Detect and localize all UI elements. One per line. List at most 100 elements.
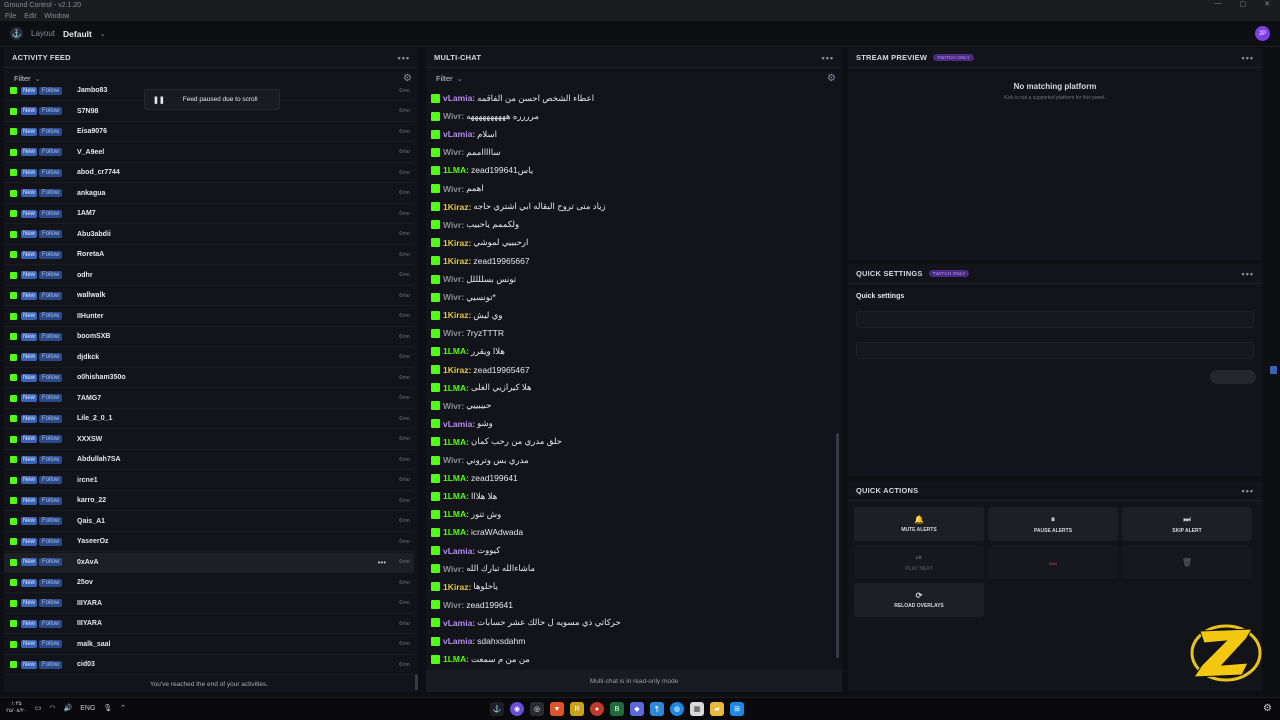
feed-row[interactable]: New Follow Qais_A1 6mo	[4, 512, 414, 532]
feed-username[interactable]: karro_22	[77, 497, 106, 504]
chat-message[interactable]: 1Kiraz: وي ليش	[431, 308, 502, 322]
feed-username[interactable]: Jambo83	[77, 87, 107, 94]
chat-username[interactable]: 1LMA	[443, 509, 466, 519]
feed-row[interactable]: New Follow Eisa9076 6mo	[4, 122, 414, 142]
chat-message[interactable]: 1LMA: ياسzead199641	[431, 163, 533, 177]
feed-row[interactable]: New Follow IIIYARA 6mo	[4, 614, 414, 634]
feed-row[interactable]: New Follow o0hisham350o 6mo	[4, 368, 414, 388]
feed-username[interactable]: Abu3abdii	[77, 231, 111, 238]
microphone-icon[interactable]: 🎙	[103, 704, 112, 712]
feed-username[interactable]: 7AMG7	[77, 395, 101, 402]
feed-username[interactable]: o0hisham350o	[77, 374, 126, 381]
wifi-icon[interactable]: ◠	[49, 704, 55, 712]
chat-username[interactable]: Wivr	[443, 328, 461, 338]
chevron-down-icon[interactable]: ⌄	[100, 30, 106, 38]
feed-username[interactable]: djdkck	[77, 354, 99, 361]
chat-message[interactable]: Wivr: ساااااممم	[431, 145, 501, 159]
chat-scrollbar[interactable]	[836, 433, 839, 658]
pause-alerts-button[interactable]: ⏸ PAUSE ALERTS	[988, 507, 1118, 541]
feed-username[interactable]: Lile_2_0_1	[77, 415, 112, 422]
reload-overlays-button[interactable]: ⟳ RELOAD OVERLAYS	[854, 583, 984, 617]
chat-username[interactable]: 1Kiraz	[443, 256, 469, 266]
brave-app-icon[interactable]: ▼	[550, 702, 564, 716]
feed-row[interactable]: New Follow IIIYARA 6mo	[4, 594, 414, 614]
chat-username[interactable]: Wivr	[443, 600, 461, 610]
chat-message[interactable]: Wivr: ماشاءالله تبارك الله	[431, 562, 535, 576]
media-app-icon[interactable]: ●	[590, 702, 604, 716]
chat-username[interactable]: 1LMA	[443, 437, 466, 447]
feed-row[interactable]: New Follow 25ov 6mo	[4, 573, 414, 593]
more-options-icon[interactable]: •••	[1242, 486, 1254, 496]
book-app-icon[interactable]: B	[610, 702, 624, 716]
feed-username[interactable]: XXXSW	[77, 436, 102, 443]
volume-icon[interactable]: 🔊	[64, 704, 73, 712]
chat-username[interactable]: 1LMA	[443, 165, 466, 175]
chat-message[interactable]: vLamia: حركاتي ذي مسويه ل حالك عشر حسابات	[431, 616, 621, 630]
feed-row[interactable]: New Follow YaseerOz 6mo	[4, 532, 414, 552]
feed-username[interactable]: ankagua	[77, 190, 105, 197]
feed-row[interactable]: New Follow RoretaA 6mo	[4, 245, 414, 265]
chat-username[interactable]: 1LMA	[443, 654, 466, 664]
feed-row[interactable]: New Follow 1AM7 6mo	[4, 204, 414, 224]
feed-row[interactable]: New Follow Abu3abdii 6mo	[4, 225, 414, 245]
chevron-down-icon[interactable]: ⌄	[457, 74, 463, 83]
chat-app-icon[interactable]: ◆	[630, 702, 644, 716]
chat-message[interactable]: 1LMA: هلا هلااا	[431, 489, 497, 503]
feed-row[interactable]: New Follow odhr 6mo	[4, 266, 414, 286]
gear-icon[interactable]: ⚙	[827, 73, 836, 84]
feed-paused-toast[interactable]: ❚❚ Feed paused due to scroll	[144, 89, 280, 110]
chat-message[interactable]: vLamia: اسلام	[431, 127, 497, 141]
chat-username[interactable]: vLamia	[443, 618, 472, 628]
more-options-icon[interactable]: •••	[822, 53, 834, 63]
chat-username[interactable]: Wivr	[443, 147, 461, 157]
chat-message[interactable]: 1Kiraz: zead19965667	[431, 254, 530, 268]
chat-message[interactable]: vLamia: sdahxsdahm	[431, 634, 525, 648]
calendar-app-icon[interactable]: ▦	[690, 702, 704, 716]
play-next-button[interactable]: ⏯ PLAY NEXT	[854, 545, 984, 579]
disabled-action-button[interactable]: ▬	[988, 545, 1118, 579]
feed-username[interactable]: malk_saal	[77, 641, 110, 648]
feed-username[interactable]: Abdullah7SA	[77, 456, 121, 463]
minimize-button[interactable]: —	[1215, 0, 1222, 8]
more-options-icon[interactable]: •••	[398, 53, 410, 63]
chat-message[interactable]: 1Kiraz: ياحلوها	[431, 580, 498, 594]
chat-message[interactable]: Wivr: تونس بسللللل	[431, 272, 516, 286]
feed-row[interactable]: New Follow XXXSW 6mo	[4, 430, 414, 450]
chat-username[interactable]: 1LMA	[443, 383, 466, 393]
feed-row[interactable]: New Follow Abdullah7SA 6mo	[4, 450, 414, 470]
chat-username[interactable]: Wivr	[443, 274, 461, 284]
chat-username[interactable]: Wivr	[443, 401, 461, 411]
side-panel-toggle[interactable]	[1270, 366, 1277, 374]
ground-control-app-icon[interactable]: ⚓	[490, 702, 504, 716]
chat-username[interactable]: Wivr	[443, 455, 461, 465]
feed-username[interactable]: wallwalk	[77, 292, 105, 299]
feed-username[interactable]: RoretaA	[77, 251, 104, 258]
clock[interactable]: ۱:۳۵ ۲۵/۰۸/۲۰	[6, 701, 27, 715]
feed-row[interactable]: New Follow Lile_2_0_1 6mo	[4, 409, 414, 429]
chat-username[interactable]: 1Kiraz	[443, 202, 469, 212]
chat-message[interactable]: vLamia: كيووت	[431, 544, 500, 558]
close-button[interactable]: ✕	[1264, 0, 1270, 8]
feed-username[interactable]: odhr	[77, 272, 93, 279]
more-options-icon[interactable]: •••	[1242, 269, 1254, 279]
feed-row[interactable]: New Follow 7AMG7 6mo	[4, 389, 414, 409]
feed-username[interactable]: boomSXB	[77, 333, 110, 340]
chat-username[interactable]: Wivr	[443, 184, 461, 194]
more-options-icon[interactable]: •••	[378, 558, 386, 567]
chat-message[interactable]: 1LMA: zead199641	[431, 471, 518, 485]
feed-username[interactable]: IIIYARA	[77, 600, 102, 607]
chat-message[interactable]: 1LMA: هلاا ويقرر	[431, 344, 505, 358]
chat-message[interactable]: Wivr: *تونسيي	[431, 290, 496, 304]
chat-message[interactable]: 1LMA: هلا كيرازيي الغلى	[431, 381, 531, 395]
menu-edit[interactable]: Edit	[24, 13, 36, 20]
discord-app-icon[interactable]: ◉	[510, 702, 524, 716]
chat-username[interactable]: 1Kiraz	[443, 365, 469, 375]
feed-scrollbar[interactable]	[415, 674, 418, 690]
chat-message[interactable]: Wivr:7ryzTTTR	[431, 326, 504, 340]
feed-username[interactable]: ircne1	[77, 477, 98, 484]
more-options-icon[interactable]: •••	[1242, 53, 1254, 63]
chat-message[interactable]: 1LMA: وش تتور	[431, 507, 501, 521]
feed-row[interactable]: New Follow djdkck 6mo	[4, 348, 414, 368]
feed-row[interactable]: New Follow ankagua 6mo	[4, 184, 414, 204]
language-indicator[interactable]: ENG	[80, 705, 95, 712]
